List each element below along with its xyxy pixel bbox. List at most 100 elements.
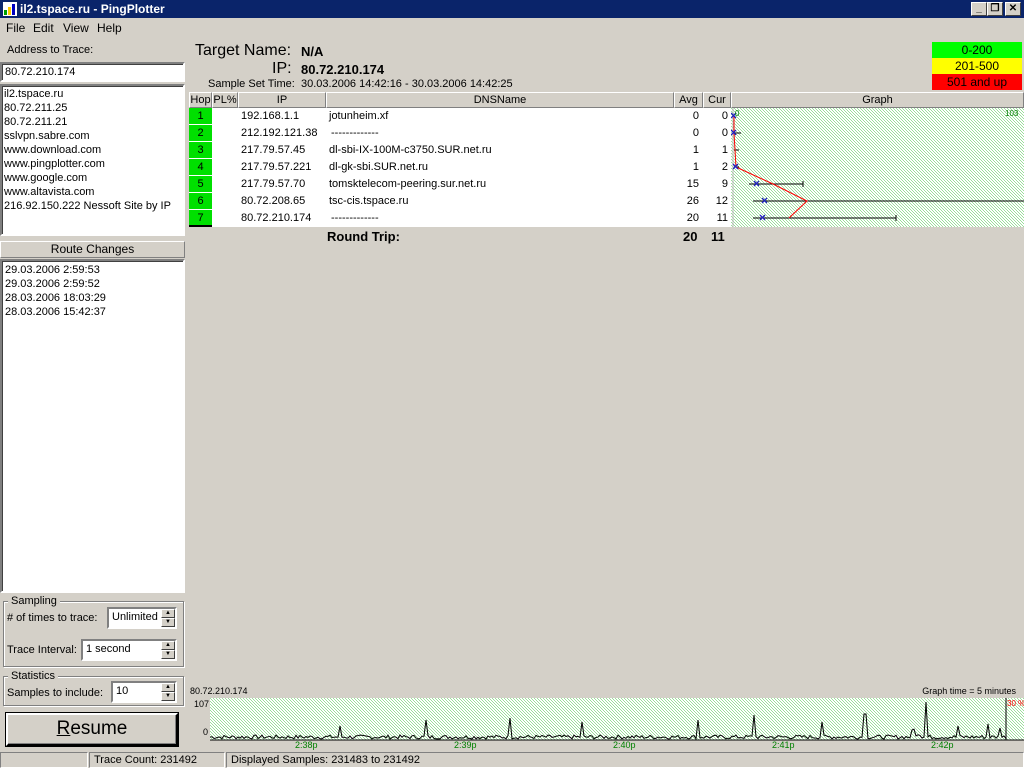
history-item[interactable]: il2.tspace.ru [4,87,181,101]
samples-label: Samples to include: [7,687,103,699]
hop-cur: 2 [721,161,728,173]
spin-down-icon[interactable]: ▼ [161,618,175,627]
history-item[interactable]: sslvpn.sabre.com [4,129,181,143]
restore-button[interactable]: ❐ [987,2,1003,16]
status-empty-cell [0,752,88,768]
address-history-list[interactable]: il2.tspace.ru 80.72.211.25 80.72.211.21 … [0,84,185,236]
hop-dns: dl-sbi-IX-100M-c3750.SUR.net.ru [329,144,492,156]
hop-cur: 0 [721,127,728,139]
target-name-label: Target Name: [195,42,292,59]
hop-cur: 12 [715,195,728,207]
menu-bar: File Edit View Help [0,19,1024,38]
spin-down-icon[interactable]: ▼ [161,650,175,659]
history-item[interactable]: 216.92.150.222 Nessoft Site by IP [4,199,181,213]
close-icon: ✕ [1008,3,1018,14]
col-header-graph[interactable]: Graph [731,92,1024,108]
title-bar: il2.tspace.ru - PingPlotter _ ❐ ✕ [0,0,1024,18]
minimize-button[interactable]: _ [971,2,987,16]
address-input[interactable]: 80.72.210.174 [0,62,185,82]
col-header-avg[interactable]: Avg [674,92,703,108]
table-row[interactable]: 7 80.72.210.174 ------------- 20 11 [189,210,734,227]
col-header-pl[interactable]: PL% [212,92,238,108]
table-row[interactable]: 5 217.79.57.70 tomsktelecom-peering.sur.… [189,176,734,193]
resume-button[interactable]: Resume [5,712,179,747]
sample-set-time-value: 30.03.2006 14:42:16 - 30.03.2006 14:42:2… [301,78,513,90]
round-trip-avg: 20 [683,229,698,244]
timeline-tick: 2:40p [613,740,636,750]
hop-number: 4 [189,159,212,176]
table-row[interactable]: 2 212.192.121.38 ------------- 0 0 [189,125,734,142]
route-change-item[interactable]: 28.03.2006 15:42:37 [5,305,180,319]
route-changes-list[interactable]: 29.03.2006 2:59:53 29.03.2006 2:59:52 28… [0,259,185,593]
hop-dns: dl-gk-sbi.SUR.net.ru [329,161,429,173]
menu-file[interactable]: File [6,21,25,35]
timeline-tick: 2:39p [454,740,477,750]
history-item[interactable]: www.download.com [4,143,181,157]
spin-up-icon[interactable]: ▲ [161,641,175,650]
hop-number: 7 [189,210,212,227]
legend-low: 0-200 [932,42,1022,58]
latency-graph[interactable]: 0 103 [731,108,1024,227]
menu-edit[interactable]: Edit [33,21,54,35]
address-label: Address to Trace: [7,44,94,56]
timeline-ymin-label: 0 [203,727,209,737]
table-row[interactable]: 4 217.79.57.221 dl-gk-sbi.SUR.net.ru 1 2 [189,159,734,176]
history-item[interactable]: www.pingplotter.com [4,157,181,171]
hop-avg: 1 [692,144,699,156]
menu-help[interactable]: Help [97,21,122,35]
loss-label: 30 % [1007,699,1024,708]
legend-high: 501 and up [932,74,1022,90]
spin-up-icon[interactable]: ▲ [161,683,175,692]
sample-set-time-label: Sample Set Time: [208,78,295,90]
route-change-item[interactable]: 29.03.2006 2:59:52 [5,277,180,291]
spin-down-icon[interactable]: ▼ [161,692,175,701]
timeline-tick: 2:38p [295,740,318,750]
round-trip-cur: 11 [711,229,725,244]
hop-dns: jotunheim.xf [329,110,389,122]
hop-number: 6 [189,193,212,210]
spin-up-icon[interactable]: ▲ [161,609,175,618]
hop-avg: 26 [686,195,699,207]
timeline-tick: 2:41p [772,740,795,750]
statistics-group-label: Statistics [8,670,59,682]
hop-dns: tomsktelecom-peering.sur.net.ru [329,178,487,190]
hop-cur: 1 [721,144,728,156]
route-change-item[interactable]: 28.03.2006 18:03:29 [5,291,180,305]
minimize-icon: _ [976,3,982,14]
history-item[interactable]: www.altavista.com [4,185,181,199]
timeline-plot: 30 % [210,698,1024,741]
table-row[interactable]: 3 217.79.57.45 dl-sbi-IX-100M-c3750.SUR.… [189,142,734,159]
hop-dns: ------------- [331,127,379,139]
hop-avg: 15 [686,178,699,190]
col-header-ip[interactable]: IP [238,92,326,108]
history-item[interactable]: 80.72.211.25 [4,101,181,115]
graph-max-label: 103 [1005,109,1019,118]
round-trip-label: Round Trip: [327,229,400,244]
times-to-trace-spinner[interactable]: Unlimited ▲ ▼ [107,607,177,629]
hop-ip: 192.168.1.1 [241,110,300,122]
target-name-value: N/A [301,44,324,59]
pingplotter-app-icon [3,2,17,16]
hop-number: 1 [189,108,212,125]
ip-value: 80.72.210.174 [301,62,385,77]
sampling-group-label: Sampling [8,595,60,607]
table-row[interactable]: 1 192.168.1.1 jotunheim.xf 0 0 [189,108,734,125]
col-header-cur[interactable]: Cur [703,92,731,108]
route-change-item[interactable]: 29.03.2006 2:59:53 [5,263,180,277]
menu-view[interactable]: View [63,21,89,35]
trace-interval-spinner[interactable]: 1 second ▲ ▼ [81,639,177,661]
col-header-hop[interactable]: Hop [189,92,212,108]
hop-ip: 217.79.57.45 [241,144,306,156]
timeline-graph[interactable]: 80.72.210.174 Graph time = 5 minutes 107… [189,684,1024,750]
hop-ip: 217.79.57.221 [241,161,312,173]
history-item[interactable]: www.google.com [4,171,181,185]
legend-medium: 201-500 [932,58,1022,74]
hop-cur: 0 [721,110,728,122]
history-item[interactable]: 80.72.211.21 [4,115,181,129]
close-button[interactable]: ✕ [1005,2,1021,16]
status-bar: Trace Count: 231492 Displayed Samples: 2… [0,751,1024,768]
hop-ip: 212.192.121.38 [241,127,318,139]
col-header-dns[interactable]: DNSName [326,92,674,108]
table-row[interactable]: 6 80.72.208.65 tsc-cis.tspace.ru 26 12 [189,193,734,210]
samples-spinner[interactable]: 10 ▲ ▼ [111,681,177,703]
